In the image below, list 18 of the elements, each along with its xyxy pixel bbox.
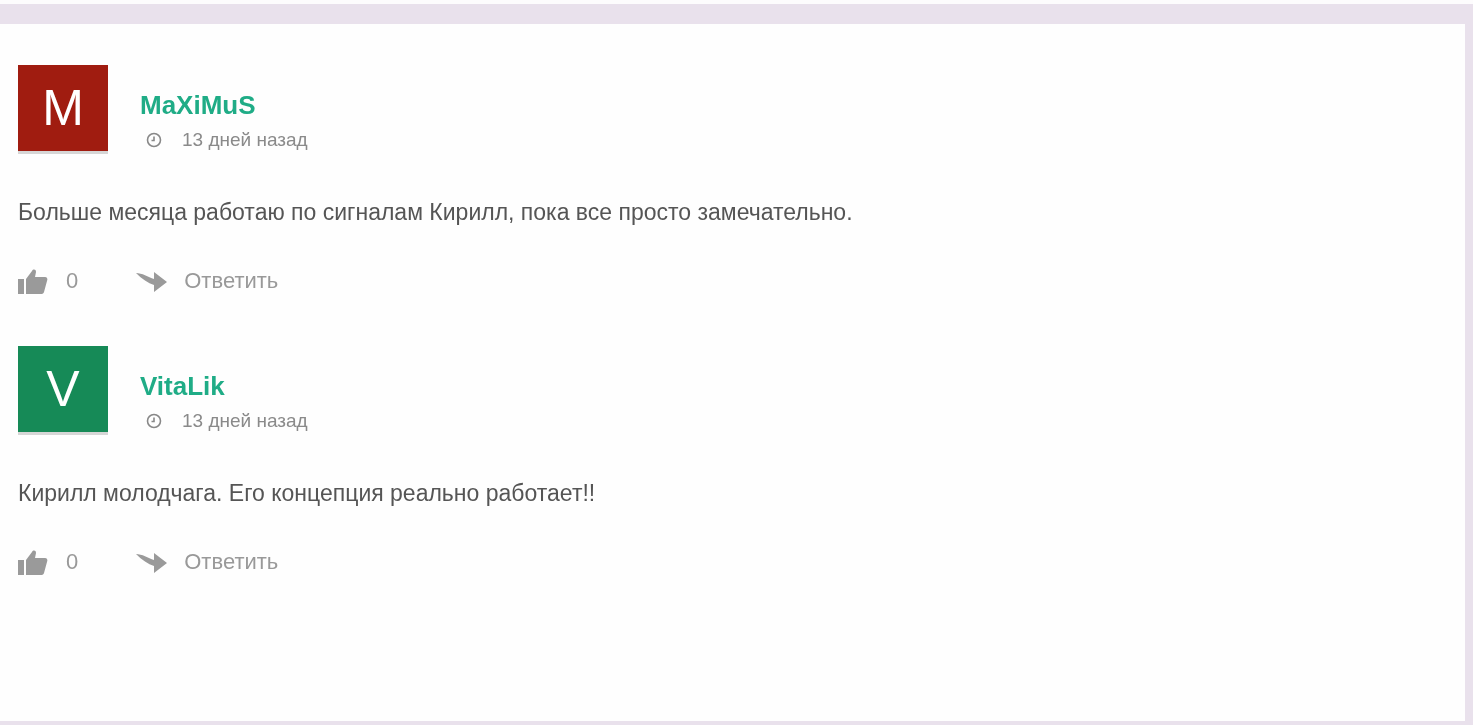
comment-time: 13 дней назад: [182, 129, 308, 151]
like-count: 0: [66, 268, 79, 294]
reply-arrow-icon: [136, 550, 169, 574]
clock-icon: [146, 413, 162, 429]
avatar: M: [18, 65, 108, 151]
comment-text: Больше месяца работаю по сигналам Кирилл, пока все просто замечательно.: [18, 199, 854, 226]
reply-link[interactable]: Ответить: [136, 549, 279, 575]
clock-icon: [146, 132, 162, 148]
reply-link[interactable]: Ответить: [136, 268, 279, 294]
comment-text: Кирилл молодчага. Его концепция реально работает!!: [18, 480, 597, 507]
thumbs-up-icon[interactable]: [18, 549, 48, 575]
avatar: V: [18, 346, 108, 432]
like-count: 0: [66, 549, 79, 575]
author-name[interactable]: MaXiMuS: [140, 90, 308, 121]
thumbs-up-icon[interactable]: [18, 268, 48, 294]
reply-arrow-icon: [136, 269, 169, 293]
author-name[interactable]: VitaLik: [140, 371, 308, 402]
comment-time: 13 дней назад: [182, 410, 308, 432]
